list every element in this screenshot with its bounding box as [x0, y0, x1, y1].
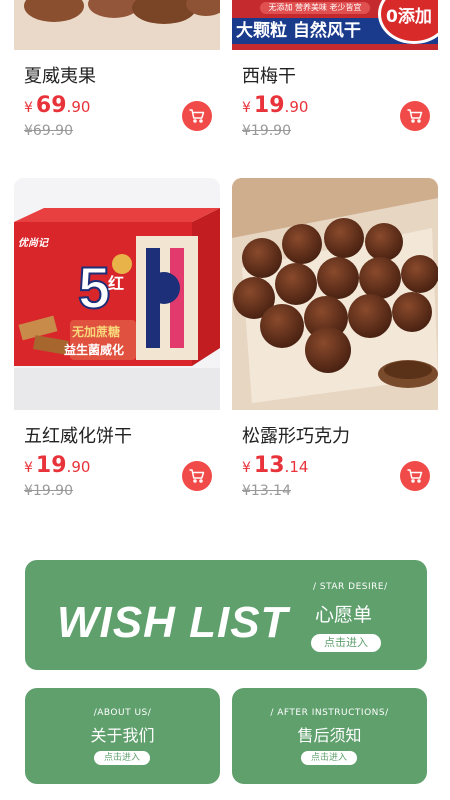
about-us-title: 关于我们 — [90, 726, 155, 745]
after-sales-banner[interactable]: / AFTER INSTRUCTIONS/ 售后须知 点击进入 — [232, 688, 427, 784]
add-to-cart-button[interactable] — [400, 461, 430, 491]
after-instructions-subtitle: / AFTER INSTRUCTIONS/ — [270, 708, 389, 718]
product-image[interactable]: 5 优尚记 红 无加蔗糖 益生菌威化 — [14, 178, 220, 410]
wish-list-title: WISH LIST — [57, 598, 289, 647]
add-to-cart-button[interactable] — [182, 101, 212, 131]
star-desire-subtitle: / STAR DESIRE/ — [313, 582, 388, 592]
add-to-cart-button[interactable] — [400, 101, 430, 131]
product-image[interactable]: 无添加 营养美味 老少皆宜 大颗粒 自然风干 0添加 — [232, 0, 438, 50]
original-price: ¥19.90 — [24, 483, 73, 499]
product-image[interactable] — [14, 0, 220, 50]
about-us-subtitle: /ABOUT US/ — [93, 708, 152, 718]
product-price: ¥19.90 — [242, 93, 309, 118]
original-price: ¥13.14 — [242, 483, 291, 499]
after-sales-enter-button[interactable]: 点击进入 — [301, 751, 357, 765]
cart-icon — [407, 469, 423, 483]
svg-text:5: 5 — [78, 256, 110, 321]
about-us-enter-button[interactable]: 点击进入 — [94, 751, 150, 765]
product-price: ¥19.90 — [24, 453, 91, 478]
product-price: ¥69.90 — [24, 93, 91, 118]
wish-list-cn-title: 心愿单 — [315, 604, 373, 626]
cart-icon — [189, 469, 205, 483]
product-price: ¥13.14 — [242, 453, 309, 478]
product-name: 松露形巧克力 — [242, 426, 350, 447]
original-price: ¥19.90 — [242, 123, 291, 139]
product-card[interactable]: 无添加 营养美味 老少皆宜 大颗粒 自然风干 0添加 西梅干 ¥19.90 ¥1… — [232, 0, 438, 150]
product-name: 夏威夷果 — [24, 66, 96, 87]
about-us-banner[interactable]: /ABOUT US/ 关于我们 点击进入 — [25, 688, 220, 784]
cart-icon — [407, 109, 423, 123]
product-name: 五红威化饼干 — [24, 426, 132, 447]
product-list-page: 夏威夷果 ¥69.90 ¥69.90 无添加 营养美味 老少皆宜 大颗粒 自然风… — [0, 0, 450, 800]
product-card[interactable]: 5 优尚记 红 无加蔗糖 益生菌威化 五红威化饼干 ¥19.90 ¥19.90 — [14, 178, 220, 508]
product-card[interactable]: 夏威夷果 ¥69.90 ¥69.90 — [14, 0, 220, 150]
product-card[interactable]: 松露形巧克力 ¥13.14 ¥13.14 — [232, 178, 438, 508]
add-to-cart-button[interactable] — [182, 461, 212, 491]
wish-list-banner[interactable]: WISH LIST / STAR DESIRE/ 心愿单 点击进入 — [25, 560, 427, 670]
after-sales-title: 售后须知 — [297, 726, 362, 745]
cart-icon — [189, 109, 205, 123]
wish-list-enter-button[interactable]: 点击进入 — [311, 634, 381, 652]
original-price: ¥69.90 — [24, 123, 73, 139]
product-name: 西梅干 — [242, 66, 296, 87]
product-image[interactable] — [232, 178, 438, 410]
